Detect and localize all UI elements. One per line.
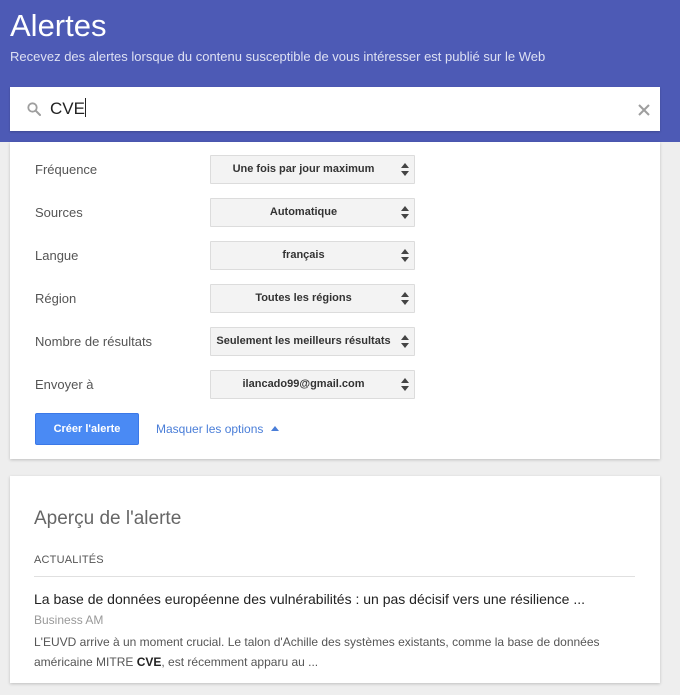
- article-snippet: L'EUVD arrive à un moment crucial. Le ta…: [34, 632, 634, 672]
- language-select[interactable]: français: [210, 241, 415, 270]
- close-icon[interactable]: [636, 102, 652, 118]
- page-subtitle: Recevez des alertes lorsque du contenu s…: [10, 49, 546, 64]
- region-select[interactable]: Toutes les régions: [210, 284, 415, 313]
- search-icon: [27, 102, 41, 116]
- preview-title: Aperçu de l'alerte: [34, 508, 182, 529]
- article-source: Business AM: [34, 613, 104, 627]
- sources-select-value: Automatique: [269, 206, 338, 218]
- create-alert-button[interactable]: Créer l'alerte: [35, 413, 139, 445]
- hide-options-link[interactable]: Masquer les options: [156, 421, 263, 437]
- snippet-highlight: CVE: [136, 655, 162, 669]
- region-select-value: Toutes les régions: [255, 292, 352, 304]
- send-to-select[interactable]: ilancado99@gmail.com: [210, 370, 415, 399]
- results-count-select-value: Seulement les meilleurs résultats: [216, 335, 391, 347]
- frequency-select[interactable]: Une fois par jour maximum: [210, 155, 415, 184]
- article-title-link[interactable]: La base de données européenne des vulnér…: [34, 590, 585, 608]
- option-label-sources: Sources: [35, 205, 83, 220]
- select-arrows-icon: [401, 249, 409, 262]
- text-cursor: [84, 98, 86, 117]
- divider: [34, 576, 635, 577]
- search-box[interactable]: CVE: [10, 87, 660, 131]
- option-label-frequency: Fréquence: [35, 162, 98, 177]
- snippet-line-2-start: américaine MITRE: [34, 655, 137, 669]
- select-arrows-icon: [401, 335, 409, 348]
- option-label-language: Langue: [35, 248, 79, 263]
- snippet-line-1: L'EUVD arrive à un moment crucial. Le ta…: [34, 635, 600, 649]
- select-arrows-icon: [401, 163, 409, 176]
- caret-up-icon[interactable]: [271, 426, 279, 431]
- option-label-results-count: Nombre de résultats: [35, 334, 153, 349]
- alert-options-card: Fréquence Une fois par jour maximum Sour…: [10, 142, 660, 459]
- option-label-region: Région: [35, 291, 77, 306]
- send-to-select-value: ilancado99@gmail.com: [242, 378, 365, 390]
- select-arrows-icon: [401, 206, 409, 219]
- option-label-send-to: Envoyer à: [35, 377, 94, 392]
- section-label-news: ACTUALITÉS: [34, 554, 104, 566]
- snippet-line-2-end: , est récemment apparu au ...: [161, 655, 319, 669]
- search-input[interactable]: CVE: [50, 98, 86, 120]
- sources-select[interactable]: Automatique: [210, 198, 415, 227]
- select-arrows-icon: [401, 292, 409, 305]
- frequency-select-value: Une fois par jour maximum: [232, 163, 375, 175]
- select-arrows-icon: [401, 378, 409, 391]
- search-input-value: CVE: [50, 99, 85, 118]
- language-select-value: français: [282, 249, 325, 261]
- results-count-select[interactable]: Seulement les meilleurs résultats: [210, 327, 415, 356]
- page-title: Alertes: [10, 8, 107, 43]
- alert-preview-card: Aperçu de l'alerte ACTUALITÉS La base de…: [10, 476, 660, 683]
